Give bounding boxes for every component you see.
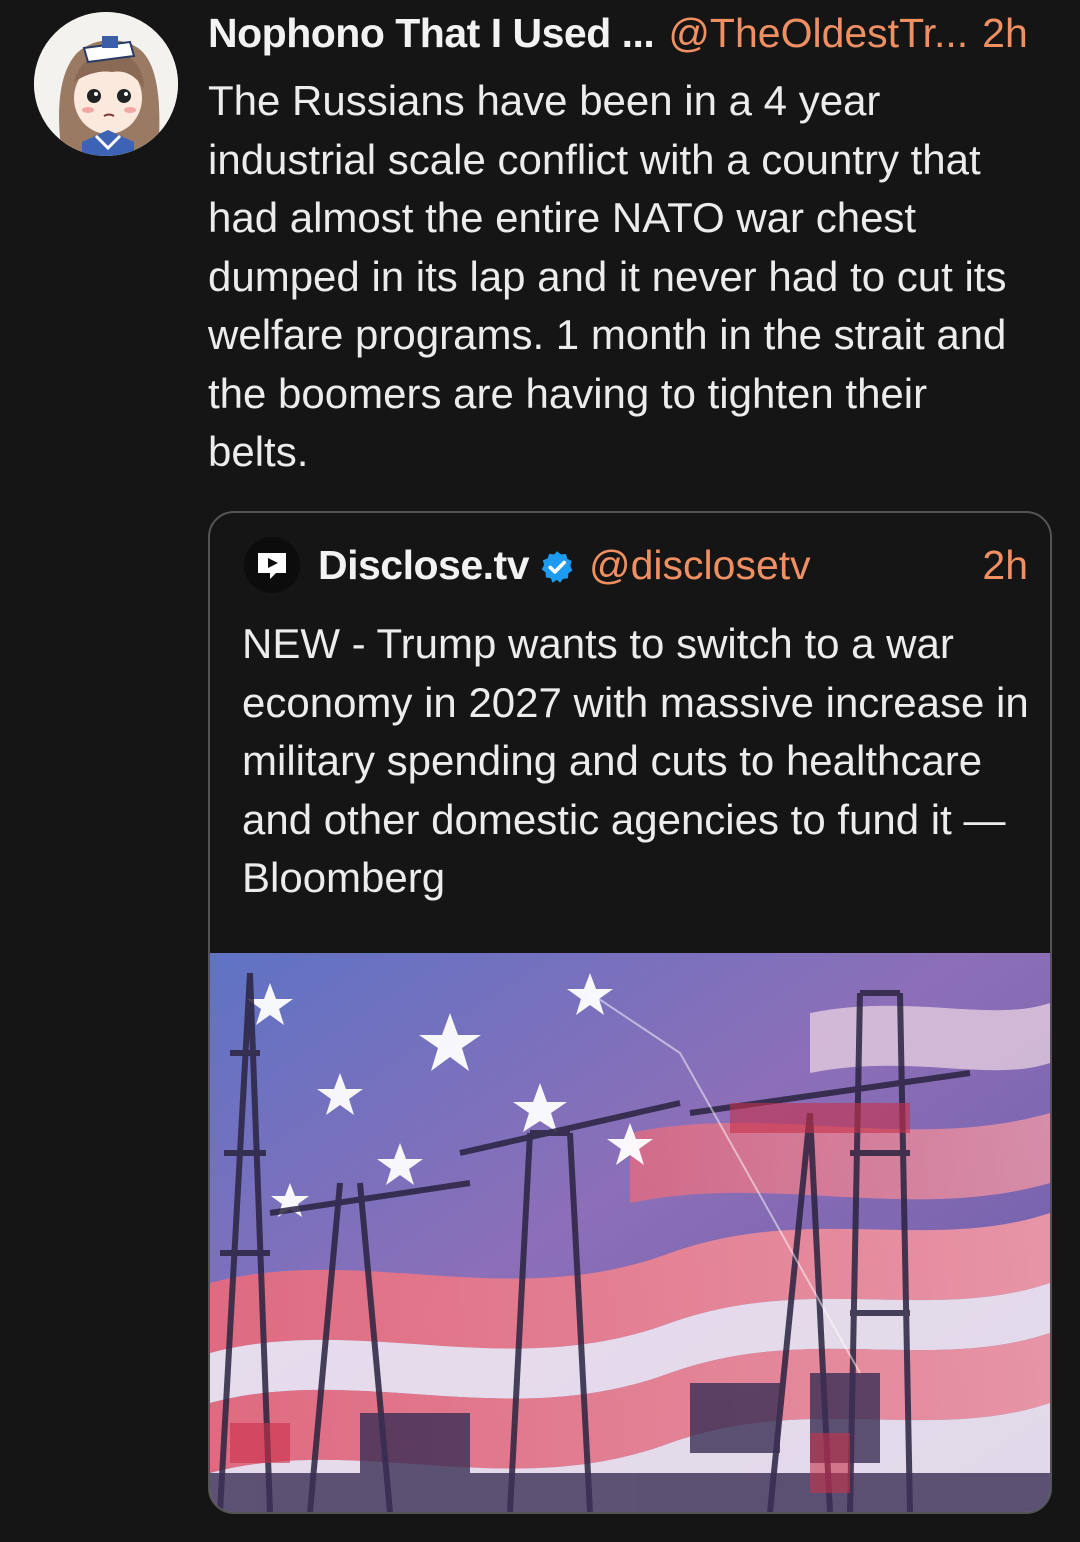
verified-badge-icon	[541, 551, 573, 583]
author-name[interactable]: Nophono That I Used ...	[208, 10, 655, 56]
post-text: The Russians have been in a 4 year indus…	[208, 77, 1007, 475]
quote-timestamp: 2h	[982, 542, 1028, 588]
quote-author-handle[interactable]: @disclosetv	[589, 542, 811, 588]
quote-author-name[interactable]: Disclose.tv	[318, 542, 530, 588]
post-timestamp: 2h	[982, 10, 1028, 56]
disclose-tv-logo-icon	[244, 537, 300, 593]
quote-author-avatar[interactable]	[244, 537, 300, 593]
post: Nophono That I Used ... @TheOldestTr... 2h…	[0, 0, 1080, 1542]
quote-media-image[interactable]	[210, 953, 1050, 1512]
quote-header: Disclose.tv @disclosetv 2h	[318, 539, 1028, 591]
author-handle[interactable]: @TheOldestTr...	[668, 10, 968, 56]
american-flag-cranes-image	[210, 953, 1050, 1512]
post-header: Nophono That I Used ... @TheOldestTr... 2h	[208, 6, 1058, 60]
anime-girl-avatar-icon	[34, 12, 178, 156]
quoted-post-card[interactable]: Disclose.tv @disclosetv 2h NEW - Trump wa…	[208, 511, 1052, 1514]
quote-text: NEW - Trump wants to switch to a war eco…	[242, 620, 1029, 901]
author-avatar[interactable]	[34, 12, 178, 156]
